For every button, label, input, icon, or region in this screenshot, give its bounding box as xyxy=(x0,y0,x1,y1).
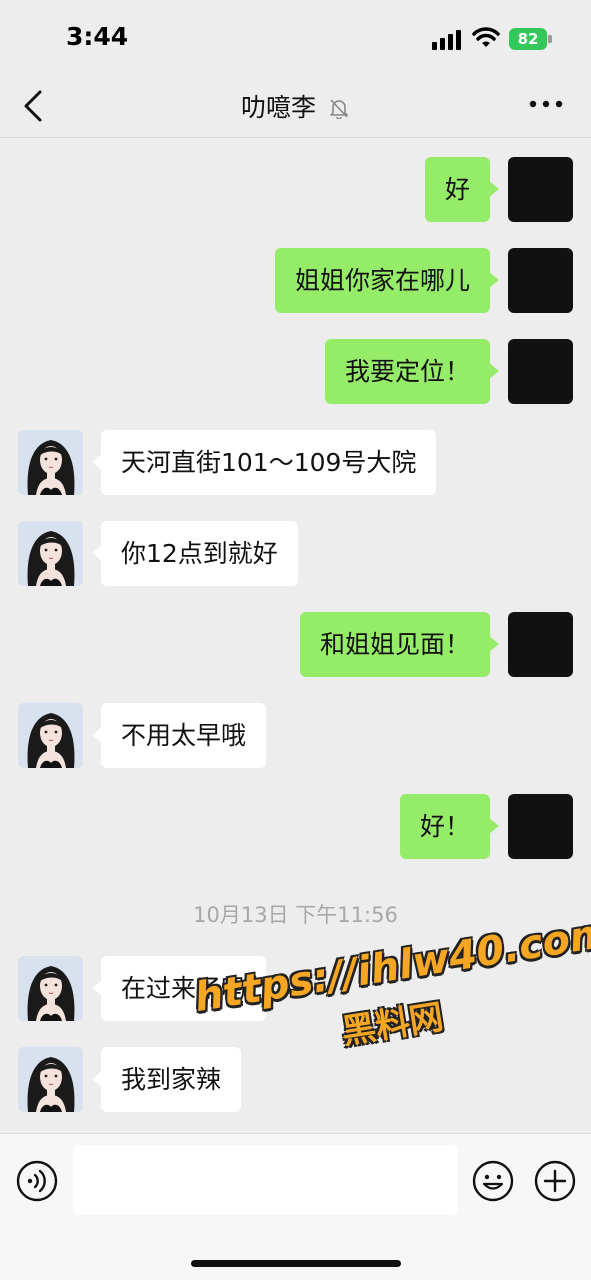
message-input[interactable] xyxy=(73,1145,458,1215)
avatar-contact[interactable] xyxy=(18,1047,83,1112)
message-bubble-other[interactable]: 不用太早哦 xyxy=(91,703,267,768)
message-bubble-self[interactable]: 我要定位！ xyxy=(324,339,500,404)
mute-bell-icon xyxy=(330,99,348,119)
message-bubble-other[interactable]: 你12点到就好 xyxy=(92,521,298,586)
avatar-self[interactable] xyxy=(508,339,573,404)
avatar-contact[interactable] xyxy=(18,521,83,586)
contact-name: 叻噫李 xyxy=(241,93,317,122)
home-indicator[interactable] xyxy=(191,1260,401,1267)
message-bubble-other[interactable]: 在过来了吗 xyxy=(91,956,267,1021)
message-timestamp: 10月13日 下午11:56 xyxy=(193,903,398,927)
voice-icon[interactable] xyxy=(16,1160,58,1202)
input-toolbar xyxy=(0,1133,591,1280)
avatar-contact[interactable] xyxy=(18,703,83,768)
status-bar: 3:44 82 xyxy=(0,0,591,76)
avatar-self[interactable] xyxy=(508,248,573,313)
message-bubble-self[interactable]: 和姐姐见面！ xyxy=(299,612,500,677)
message-bubble-self[interactable]: 姐姐你家在哪儿 xyxy=(274,248,500,313)
watermark-name: 黑料网 xyxy=(339,997,447,1053)
battery-indicator: 82 xyxy=(509,28,547,50)
avatar-self[interactable] xyxy=(508,612,573,677)
avatar-self[interactable] xyxy=(508,157,573,222)
status-time: 3:44 xyxy=(66,22,129,51)
more-icon[interactable] xyxy=(528,96,564,112)
message-bubble-self[interactable]: 好 xyxy=(424,157,500,222)
battery-cap xyxy=(548,35,552,43)
avatar-contact[interactable] xyxy=(18,956,83,1021)
emoji-icon[interactable] xyxy=(472,1160,514,1202)
cellular-signal-icon xyxy=(432,30,461,50)
avatar-self[interactable] xyxy=(508,794,573,859)
avatar-contact[interactable] xyxy=(18,430,83,495)
chat-title: 叻噫李 xyxy=(0,88,591,124)
message-bubble-other[interactable]: 天河直街101～109号大院 xyxy=(91,430,437,495)
wifi-icon xyxy=(472,27,500,47)
chat-header: 叻噫李 xyxy=(0,76,591,138)
message-bubble-self[interactable]: 好！ xyxy=(399,794,500,859)
plus-icon[interactable] xyxy=(534,1160,576,1202)
message-bubble-other[interactable]: 我到家辣 xyxy=(91,1047,242,1112)
